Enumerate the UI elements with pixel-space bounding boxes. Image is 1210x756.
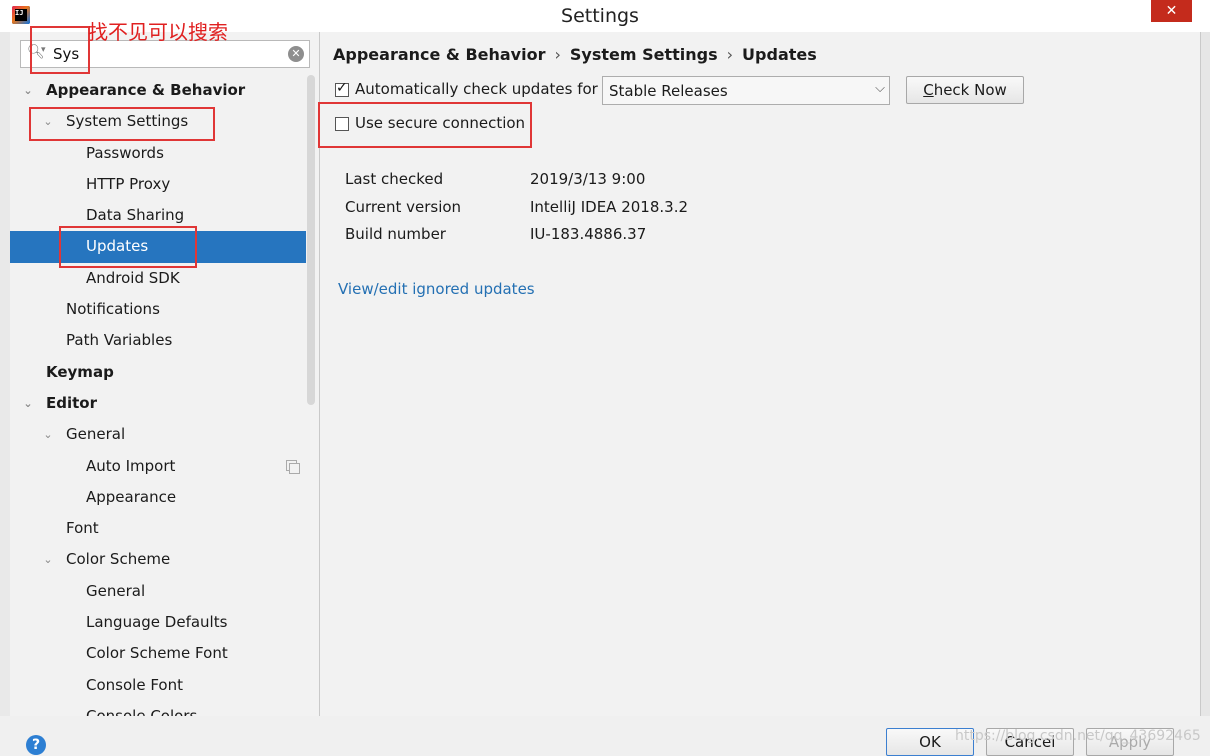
sidebar-item-passwords[interactable]: Passwords [10, 138, 306, 169]
annotation-text: 找不见可以搜索 [88, 20, 228, 44]
window-close-button[interactable]: ✕ [1151, 0, 1192, 22]
sidebar-item-general[interactable]: General [10, 576, 306, 607]
sidebar-item-font[interactable]: Font [10, 513, 306, 544]
sidebar-item-http-proxy[interactable]: HTTP Proxy [10, 169, 306, 200]
sidebar-item-notifications[interactable]: Notifications [10, 294, 306, 325]
view-ignored-updates-link[interactable]: View/edit ignored updates [338, 280, 535, 298]
sidebar-item-color-scheme[interactable]: ⌄ Color Scheme [10, 544, 306, 575]
breadcrumb-separator: › [554, 45, 561, 64]
chevron-down-icon[interactable]: ⌄ [22, 388, 34, 419]
breadcrumb-appearance-behavior[interactable]: Appearance & Behavior [333, 45, 545, 64]
last-checked-value: 2019/3/13 9:00 [530, 170, 646, 188]
sidebar-item-label: General [66, 425, 126, 444]
left-window-edge [0, 32, 10, 716]
sidebar-item-label: Editor [46, 393, 97, 412]
current-version-label: Current version [345, 198, 462, 216]
sidebar-item-general[interactable]: ⌄ General [10, 419, 306, 450]
watermark-text: https://blog.csdn.net/qq_43692465 [955, 728, 1201, 744]
settings-tree: ⌄ Appearance & Behavior ⌄ System Settings Pa… [10, 75, 306, 716]
annotation-box-updates [59, 226, 197, 268]
sidebar-item-label: Language Defaults [86, 613, 228, 632]
sidebar-item-label: Passwords [86, 143, 164, 162]
sidebar-item-keymap[interactable]: Keymap [10, 357, 306, 388]
sidebar-item-appearance-behavior[interactable]: ⌄ Appearance & Behavior [10, 75, 306, 106]
clear-search-icon[interactable]: ✕ [288, 46, 304, 62]
sidebar-item-label: Path Variables [66, 331, 173, 350]
current-version-value: IntelliJ IDEA 2018.3.2 [530, 198, 689, 216]
sidebar-item-label: Color Scheme [66, 550, 171, 569]
right-window-edge [1200, 32, 1210, 756]
auto-check-updates-label[interactable]: Automatically check updates for [355, 80, 598, 98]
sidebar-item-color-scheme-font[interactable]: Color Scheme Font [10, 638, 306, 669]
sidebar-item-label: Keymap [46, 362, 114, 381]
sidebar-item-editor[interactable]: ⌄ Editor [10, 388, 306, 419]
sidebar-item-auto-import[interactable]: Auto Import [10, 451, 306, 482]
chevron-down-icon[interactable]: ⌄ [42, 419, 54, 450]
sidebar-item-label: Auto Import [86, 456, 176, 475]
sidebar-item-language-defaults[interactable]: Language Defaults [10, 607, 306, 638]
sidebar-item-console-font[interactable]: Console Font [10, 670, 306, 701]
sidebar-item-label: Appearance & Behavior [46, 81, 246, 99]
sidebar-item-label: Font [66, 519, 99, 538]
sidebar-scrollbar[interactable] [307, 75, 315, 405]
build-number-value: IU-183.4886.37 [530, 225, 647, 243]
sidebar-item-label: General [86, 581, 146, 600]
breadcrumb-system-settings[interactable]: System Settings [570, 45, 718, 64]
update-channel-select[interactable]: Stable Releases ⌵ [602, 76, 890, 105]
breadcrumb-updates: Updates [742, 45, 817, 64]
sidebar-item-label: Notifications [66, 300, 160, 319]
annotation-box-secure-connection [318, 102, 532, 148]
sidebar-item-label: Console Colors [86, 706, 198, 716]
breadcrumb: Appearance & Behavior › System Settings › Up… [333, 45, 817, 64]
help-icon[interactable]: ? [26, 735, 46, 755]
sidebar-item-console-colors[interactable]: Console Colors [10, 701, 306, 716]
chevron-down-icon[interactable]: ⌄ [42, 544, 54, 575]
annotation-box-system-settings [29, 107, 215, 141]
annotation-box-search [30, 26, 90, 74]
breadcrumb-separator: › [726, 45, 734, 64]
check-now-button[interactable]: Check Now [906, 76, 1024, 104]
build-number-label: Build number [345, 225, 446, 243]
chevron-down-icon: ⌵ [875, 81, 885, 96]
sidebar-item-appearance[interactable]: Appearance [10, 482, 306, 513]
update-channel-value: Stable Releases [609, 82, 728, 100]
sidebar-item-path-variables[interactable]: Path Variables [10, 325, 306, 356]
project-level-copy-icon [286, 459, 300, 474]
chevron-down-icon[interactable]: ⌄ [22, 75, 34, 106]
sidebar-item-label: HTTP Proxy [86, 174, 171, 193]
sidebar-item-label: Color Scheme Font [86, 644, 228, 663]
sidebar-item-label: Appearance [86, 487, 177, 506]
auto-check-updates-checkbox[interactable] [335, 80, 349, 97]
last-checked-label: Last checked [345, 170, 444, 188]
sidebar-item-label: Console Font [86, 675, 183, 694]
